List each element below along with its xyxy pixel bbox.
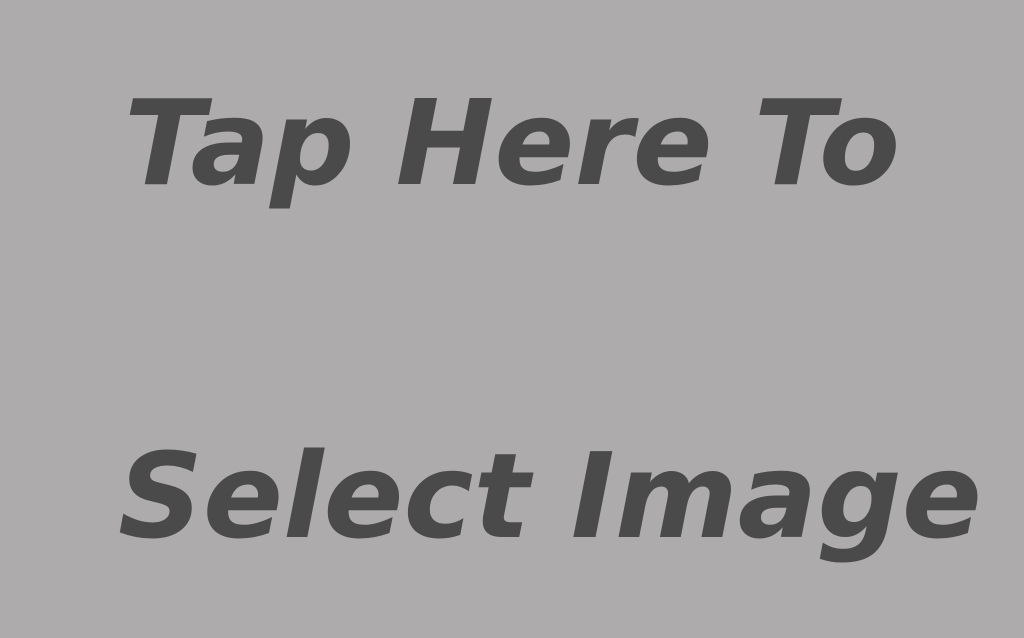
select-image-placeholder[interactable]: Tap Here To Select Image <box>0 0 1024 638</box>
placeholder-text-line-1: Tap Here To <box>124 74 901 212</box>
placeholder-text-line-2: Select Image <box>118 427 982 565</box>
